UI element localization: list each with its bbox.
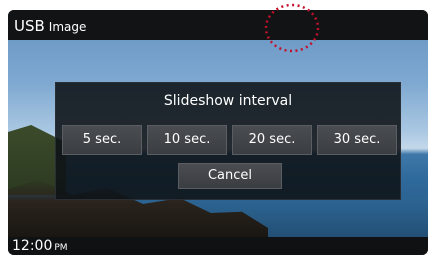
interval-20-button[interactable]: 20 sec. [232, 125, 312, 155]
mode-label: Image [48, 20, 87, 34]
clock-ampm: PM [54, 243, 68, 253]
cancel-button[interactable]: Cancel [178, 163, 282, 189]
interval-10-button[interactable]: 10 sec. [147, 125, 227, 155]
source-label: USB [14, 17, 45, 35]
clock-time: 12:00 [12, 238, 53, 254]
status-bar: 12:00 PM [8, 237, 428, 255]
title-bar: USB Image [8, 10, 428, 40]
dialog-title: Slideshow interval [163, 93, 293, 109]
window-title: USB Image [14, 17, 86, 35]
screen-frame: USB Image Slideshow interval 5 sec. 10 se… [8, 10, 428, 255]
highlight-circle-icon [264, 3, 320, 53]
slideshow-interval-dialog: Slideshow interval 5 sec. 10 sec. 20 sec… [55, 82, 401, 200]
interval-30-button[interactable]: 30 sec. [317, 125, 397, 155]
clock: 12:00 PM [12, 238, 68, 254]
interval-5-button[interactable]: 5 sec. [62, 125, 142, 155]
